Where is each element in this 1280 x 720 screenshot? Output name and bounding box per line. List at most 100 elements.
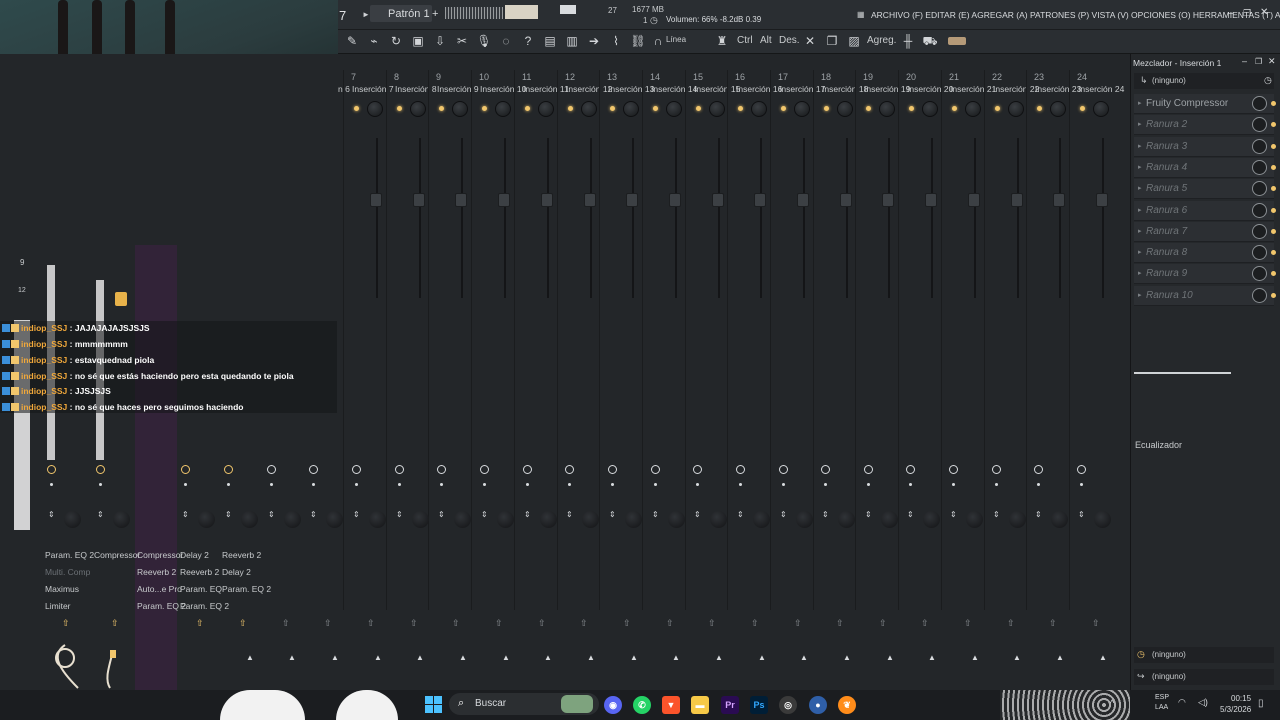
stereo-sep-knob[interactable]: [1051, 511, 1068, 528]
route-dot[interactable]: [99, 483, 102, 486]
fx-col3-2[interactable]: Auto...e Pro: [137, 584, 182, 594]
send-enable-icon[interactable]: [779, 465, 788, 474]
route-icon[interactable]: ⇧: [538, 618, 546, 629]
stereo-sep-knob[interactable]: [625, 511, 642, 528]
main-menu[interactable]: ARCHIVO (F) EDITAR (E) AGREGAR (A) PATRO…: [871, 10, 1280, 20]
volume-fader[interactable]: [669, 193, 681, 207]
route-icon[interactable]: ⇧: [836, 618, 844, 629]
stereo-swap-icon[interactable]: ⇕: [609, 511, 616, 519]
route-icon[interactable]: ⇧: [239, 618, 247, 629]
route-icon[interactable]: ⇧: [794, 618, 802, 629]
stereo-swap-icon[interactable]: ⇕: [225, 511, 232, 519]
pan-knob[interactable]: [452, 101, 468, 117]
channel-name[interactable]: Inserción 10: [480, 84, 526, 94]
channel-active-led[interactable]: [866, 106, 871, 111]
channel-name[interactable]: Inserción 11: [523, 84, 569, 94]
channel-active-led[interactable]: [738, 106, 743, 111]
send-enable-icon[interactable]: [96, 465, 105, 474]
tray-chevron-icon[interactable]: ^: [1110, 698, 1114, 708]
output-selector-2[interactable]: ↪ (ninguno): [1134, 669, 1274, 685]
route-icon[interactable]: ⇧: [1092, 618, 1100, 629]
fx-col3-1[interactable]: Reeverb 2: [137, 567, 176, 577]
obs-icon[interactable]: ◎: [779, 696, 797, 714]
send-enable-icon[interactable]: [651, 465, 660, 474]
route-dot[interactable]: [355, 483, 358, 486]
volume-fader[interactable]: [455, 193, 467, 207]
slot-mix-knob[interactable]: [1252, 287, 1267, 303]
fx-col5-0[interactable]: Reeverb 2: [222, 550, 261, 560]
channel-active-led[interactable]: [397, 106, 402, 111]
fx-col3-0[interactable]: Compressor: [137, 550, 183, 560]
stereo-swap-icon[interactable]: ⇕: [481, 511, 488, 519]
route-to-icon[interactable]: ▲: [459, 653, 467, 662]
stereo-swap-icon[interactable]: ⇕: [737, 511, 744, 519]
channel-name[interactable]: Inserción 23: [1035, 84, 1081, 94]
pan-knob[interactable]: [623, 101, 639, 117]
input-dial-icon[interactable]: ◷: [1264, 75, 1272, 86]
effect-slot[interactable]: ▸ Ranura 7: [1134, 221, 1276, 242]
undo-label[interactable]: Des.: [779, 35, 800, 46]
route-dot[interactable]: [739, 483, 742, 486]
paint-icon[interactable]: ⌇: [608, 33, 624, 49]
effect-slot[interactable]: ▸ Ranura 3: [1134, 136, 1276, 157]
route-icon[interactable]: ⇧: [879, 618, 887, 629]
volume-fader[interactable]: [584, 193, 596, 207]
slot-enable-led[interactable]: [1271, 292, 1276, 298]
output-selector-1[interactable]: ◷ (ninguno): [1134, 647, 1274, 663]
stereo-swap-icon[interactable]: ⇕: [268, 511, 275, 519]
route-dot[interactable]: [824, 483, 827, 486]
route-icon[interactable]: ⇧: [580, 618, 588, 629]
fx-col4-0[interactable]: Delay 2: [180, 550, 209, 560]
route-dot[interactable]: [952, 483, 955, 486]
send-enable-icon[interactable]: [1034, 465, 1043, 474]
route-dot[interactable]: [867, 483, 870, 486]
route-icon[interactable]: ⇧: [367, 618, 375, 629]
stereo-sep-knob[interactable]: [540, 511, 557, 528]
channel-active-led[interactable]: [781, 106, 786, 111]
route-icon[interactable]: ⇧: [666, 618, 674, 629]
route-dot[interactable]: [483, 483, 486, 486]
effect-slot[interactable]: ▸ Ranura 9: [1134, 264, 1276, 285]
send-enable-icon[interactable]: [309, 465, 318, 474]
pan-knob[interactable]: [837, 101, 853, 117]
stereo-sep-knob[interactable]: [284, 511, 301, 528]
magnet-icon[interactable]: ∩: [650, 33, 666, 49]
send-enable-icon[interactable]: [736, 465, 745, 474]
route-icon[interactable]: ⇧: [1049, 618, 1057, 629]
route-dot[interactable]: [526, 483, 529, 486]
route-to-icon[interactable]: ▲: [928, 653, 936, 662]
channel-name[interactable]: Inserción 21: [950, 84, 996, 94]
pan-knob[interactable]: [879, 101, 895, 117]
pencil-tool-icon[interactable]: ✎: [344, 33, 360, 49]
restore-icon[interactable]: ❐: [1243, 8, 1251, 19]
brush-tool-icon[interactable]: ⌁: [366, 33, 382, 49]
channel-name[interactable]: Inserción 9: [437, 84, 479, 94]
chrome-icon[interactable]: ●: [809, 696, 827, 714]
route-icon[interactable]: ⇧: [196, 618, 204, 629]
route-dot[interactable]: [440, 483, 443, 486]
slot-expand-icon[interactable]: ▸: [1138, 269, 1142, 277]
close-icon[interactable]: ✕: [1260, 7, 1268, 18]
route-to-icon[interactable]: ▲: [331, 653, 339, 662]
volume-fader[interactable]: [754, 193, 766, 207]
channel-name[interactable]: Inserción 17: [779, 84, 825, 94]
channel-active-led[interactable]: [439, 106, 444, 111]
stereo-swap-icon[interactable]: ⇕: [1078, 511, 1085, 519]
fx-col5-1[interactable]: Delay 2: [222, 567, 251, 577]
channel-active-led[interactable]: [1080, 106, 1085, 111]
add-pattern-icon[interactable]: +: [432, 8, 438, 20]
snap-line-label[interactable]: Línea: [666, 35, 686, 44]
channel-name[interactable]: Inserción 14: [651, 84, 697, 94]
fx-col1-0[interactable]: Param. EQ 2: [45, 550, 94, 560]
stereo-sep-knob[interactable]: [113, 511, 130, 528]
stereo-swap-icon[interactable]: ⇕: [652, 511, 659, 519]
volume-fader[interactable]: [1011, 193, 1023, 207]
slot-expand-icon[interactable]: ▸: [1138, 163, 1142, 171]
slot-expand-icon[interactable]: ▸: [1138, 120, 1142, 128]
route-dot[interactable]: [50, 483, 53, 486]
channel-active-led[interactable]: [995, 106, 1000, 111]
route-to-icon[interactable]: ▲: [758, 653, 766, 662]
file-explorer-icon[interactable]: ▬: [691, 696, 709, 714]
send-enable-icon[interactable]: [480, 465, 489, 474]
stereo-swap-icon[interactable]: ⇕: [993, 511, 1000, 519]
